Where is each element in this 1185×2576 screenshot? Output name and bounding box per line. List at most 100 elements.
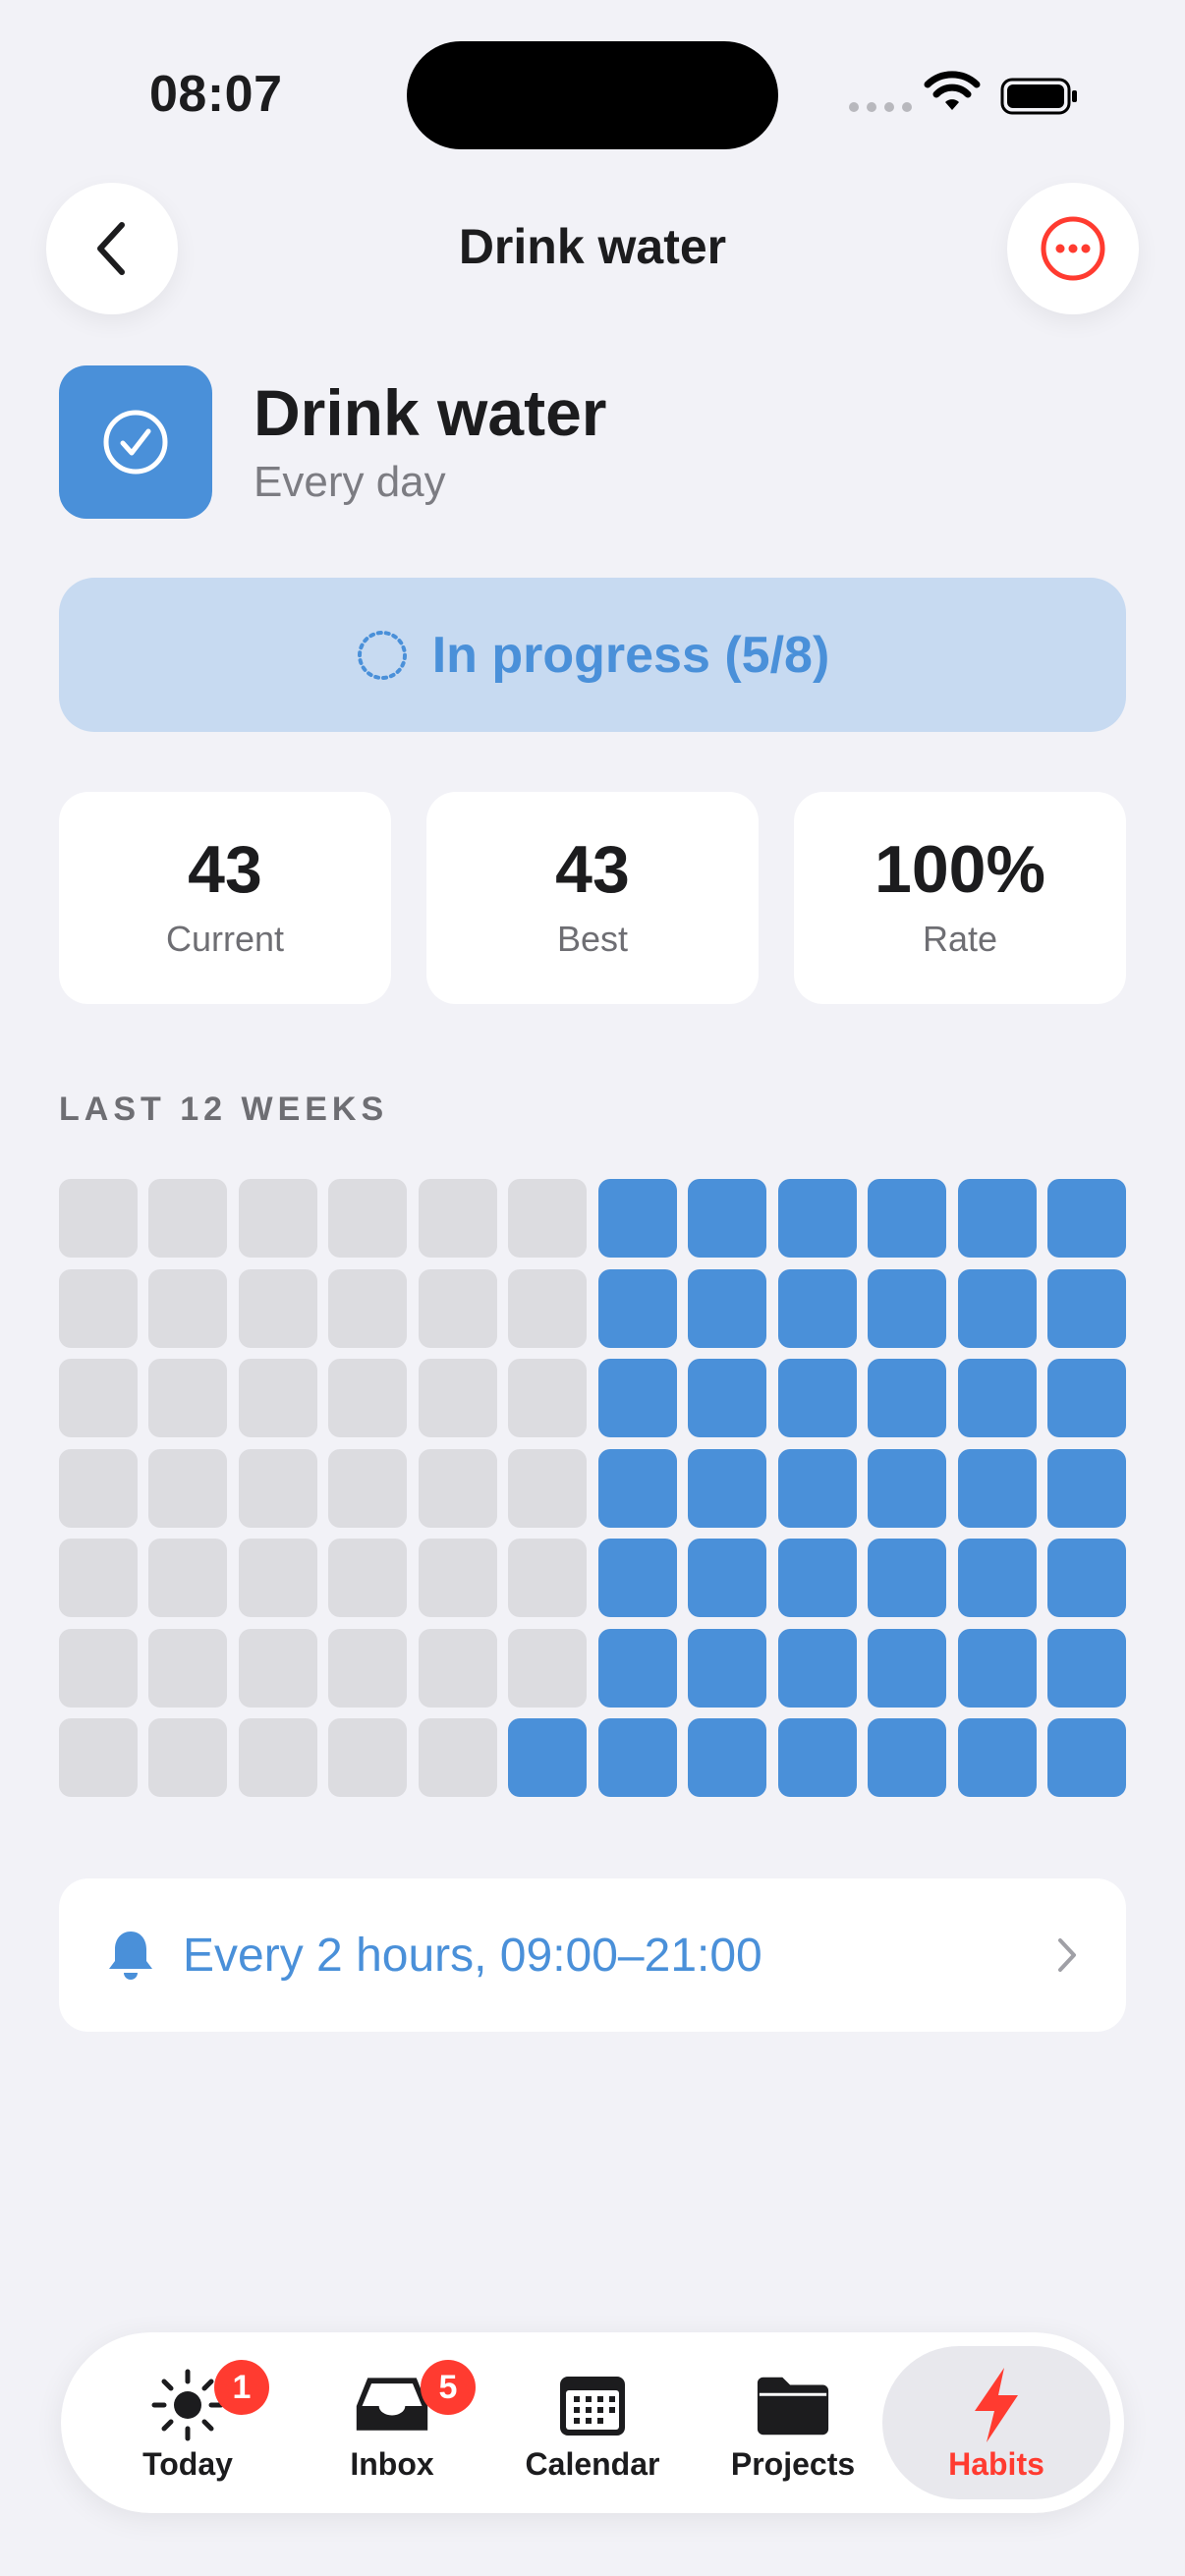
stat-rate: 100% Rate — [794, 792, 1126, 1004]
tab-label: Projects — [730, 2446, 856, 2482]
history-cell — [508, 1359, 588, 1437]
section-label-history: LAST 12 WEEKS — [59, 1091, 389, 1128]
history-cell — [868, 1628, 947, 1708]
history-cell — [328, 1628, 408, 1708]
bell-icon — [109, 1932, 152, 1980]
history-cell — [328, 1179, 408, 1258]
history-cell — [328, 1359, 408, 1437]
reminder-text: Every 2 hours, 09:00–21:00 — [183, 1929, 762, 1982]
progress-button[interactable]: In progress (5/8) — [59, 578, 1126, 732]
history-cell — [238, 1628, 317, 1708]
history-cell — [777, 1539, 857, 1617]
history-cell — [688, 1539, 767, 1617]
history-cell — [777, 1359, 857, 1437]
history-cell — [868, 1448, 947, 1528]
history-cell — [868, 1359, 947, 1437]
history-cell — [508, 1718, 588, 1797]
history-cell — [418, 1539, 497, 1617]
history-cell — [597, 1359, 677, 1437]
chevron-right-icon — [1058, 1938, 1076, 1972]
history-cell — [418, 1359, 497, 1437]
history-cell — [508, 1628, 588, 1708]
history-cell — [238, 1179, 317, 1258]
checkmark-circle-icon — [103, 410, 168, 475]
history-cell — [508, 1268, 588, 1348]
history-cell — [597, 1628, 677, 1708]
history-cell — [597, 1268, 677, 1348]
history-cell — [418, 1268, 497, 1348]
history-cell — [148, 1539, 228, 1617]
history-cell — [328, 1539, 408, 1617]
history-cell — [59, 1718, 138, 1797]
history-cell — [1047, 1179, 1126, 1258]
stat-value: 43 — [555, 832, 630, 907]
tab-label: Habits — [948, 2446, 1044, 2482]
history-cell — [1047, 1359, 1126, 1437]
history-cell — [238, 1268, 317, 1348]
history-cell — [238, 1539, 317, 1617]
stat-label: Current — [165, 918, 285, 959]
cellular-signal-icon — [849, 102, 912, 112]
tab-calendar[interactable]: Calendar — [489, 2332, 696, 2513]
tab-label: Inbox — [350, 2446, 434, 2482]
history-cell — [777, 1448, 857, 1528]
history-cell — [957, 1179, 1037, 1258]
history-cell — [1047, 1539, 1126, 1617]
history-cell — [148, 1718, 228, 1797]
history-cell — [508, 1539, 588, 1617]
badge-inbox: 5 — [421, 2360, 476, 2415]
habit-frequency: Every day — [254, 458, 446, 506]
history-cell — [59, 1179, 138, 1258]
bolt-icon — [957, 2368, 1036, 2442]
history-cell — [957, 1718, 1037, 1797]
history-cell — [868, 1179, 947, 1258]
reminder-row[interactable]: Every 2 hours, 09:00–21:00 — [59, 1878, 1126, 2032]
ellipsis-circle-icon — [1041, 216, 1105, 281]
history-cell — [868, 1268, 947, 1348]
history-cell — [868, 1539, 947, 1617]
stat-current: 43 Current — [59, 792, 391, 1004]
history-cell — [597, 1448, 677, 1528]
dotted-circle-icon — [357, 630, 407, 680]
tab-habits[interactable]: Habits — [882, 2346, 1110, 2499]
history-cell — [508, 1448, 588, 1528]
history-cell — [59, 1359, 138, 1437]
history-cell — [777, 1628, 857, 1708]
history-cell — [1047, 1448, 1126, 1528]
history-cell — [688, 1718, 767, 1797]
history-cell — [597, 1718, 677, 1797]
history-cell — [597, 1539, 677, 1617]
history-cell — [688, 1268, 767, 1348]
history-cell — [328, 1448, 408, 1528]
history-cell — [328, 1718, 408, 1797]
history-cell — [418, 1448, 497, 1528]
tab-label: Calendar — [525, 2446, 660, 2482]
history-cell — [868, 1718, 947, 1797]
tab-inbox[interactable]: Inbox 5 — [289, 2332, 495, 2513]
history-cell — [148, 1448, 228, 1528]
badge-today: 1 — [214, 2360, 269, 2415]
tab-today[interactable]: Today 1 — [85, 2332, 291, 2513]
history-cell — [148, 1359, 228, 1437]
history-cell — [777, 1268, 857, 1348]
tab-projects[interactable]: Projects — [690, 2332, 896, 2513]
history-cell — [957, 1359, 1037, 1437]
history-cell — [418, 1179, 497, 1258]
history-cell — [957, 1628, 1037, 1708]
history-cell — [148, 1628, 228, 1708]
more-options-button[interactable] — [1007, 183, 1139, 314]
history-cell — [777, 1179, 857, 1258]
stat-label: Best — [556, 918, 629, 959]
history-cell — [688, 1448, 767, 1528]
history-cell — [688, 1628, 767, 1708]
folder-icon — [754, 2368, 832, 2442]
history-cell — [957, 1448, 1037, 1528]
history-cell — [238, 1718, 317, 1797]
stat-value: 100% — [875, 832, 1045, 907]
history-cell — [59, 1539, 138, 1617]
stat-best: 43 Best — [426, 792, 759, 1004]
history-cell — [59, 1628, 138, 1708]
history-cell — [148, 1179, 228, 1258]
history-cell — [418, 1718, 497, 1797]
history-cell — [777, 1718, 857, 1797]
